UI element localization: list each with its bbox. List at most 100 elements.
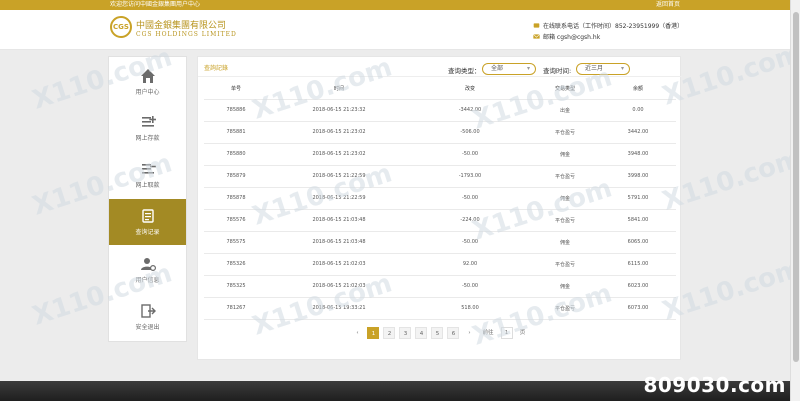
page-button-6[interactable]: 6 [447,327,460,339]
cell-balance: 6115.00 [600,253,676,276]
pagination: ‹ 1 2 3 4 5 6 › 前往 1 页 [198,326,682,340]
panel-title: 查詢記錄 [204,65,229,72]
cell-type: 佣金 [530,143,600,166]
column-header-order: 单号 [204,79,268,100]
type-select[interactable]: 全部 ▾ [482,63,536,75]
column-header-balance: 余额 [600,79,676,100]
next-page-button[interactable]: › [463,327,475,339]
sidebar-item-label: 安全退出 [135,324,160,331]
chevron-down-icon: ▾ [620,65,624,72]
cell-change: -506.00 [410,121,530,144]
sidebar-item-user-info[interactable]: 用户信息 [109,247,186,293]
column-header-time: 时间 [268,79,410,100]
logout-icon [140,304,156,318]
page-scrollbar[interactable] [790,0,800,401]
cell-balance: 3998.00 [600,165,676,188]
cell-change: 92.00 [410,253,530,276]
cell-balance: 6073.00 [600,297,676,320]
table-row: 785326 2018-06-15 21:02:03 92.00 平仓盈亏 61… [204,253,676,276]
cell-type: 佣金 [530,275,600,298]
prev-page-button[interactable]: ‹ [351,327,363,339]
sidebar-item-records[interactable]: 查询记录 [109,199,186,245]
cell-order: 781267 [204,297,268,320]
page-button-2[interactable]: 2 [383,327,396,339]
goto-page-input[interactable]: 1 [500,327,513,339]
company-name-en: CGS HOLDINGS LIMITED [136,31,237,38]
type-filter-label: 查询类型： [448,67,481,75]
welcome-text: 欢迎您访问中國金銀集團用户中心 [110,1,201,8]
page-button-3[interactable]: 3 [399,327,412,339]
cell-type: 佣金 [530,187,600,210]
table-row: 781267 2018-06-15 19:33:21 518.00 平仓盈亏 6… [204,297,676,320]
cell-balance: 5841.00 [600,209,676,232]
mail-icon [533,34,540,39]
cell-balance: 3948.00 [600,143,676,166]
sidebar-item-logout[interactable]: 安全退出 [109,294,186,340]
cell-time: 2018-06-15 21:22:59 [268,165,410,188]
cell-order: 785879 [204,165,268,188]
table-header-row: 单号 时间 改变 交易类型 余额 [204,79,676,100]
cell-order: 785326 [204,253,268,276]
cell-time: 2018-06-15 21:22:59 [268,187,410,210]
cell-order: 785575 [204,231,268,254]
sidebar-item-user-center[interactable]: 用户中心 [109,59,186,105]
cell-time: 2018-06-15 21:23:02 [268,121,410,144]
time-select-value: 近三月 [585,65,604,72]
sidebar-item-label: 用户中心 [135,89,160,96]
cell-time: 2018-06-15 21:02:03 [268,253,410,276]
page-button-4[interactable]: 4 [415,327,428,339]
cell-time: 2018-06-15 21:23:32 [268,99,410,122]
records-panel: 查詢記錄 查询类型： 全部 ▾ 查询时间: 近三月 ▾ 单号 时间 改变 交易类… [197,56,682,360]
cell-change: -50.00 [410,143,530,166]
time-select[interactable]: 近三月 ▾ [576,63,630,75]
phone-icon [533,23,540,28]
logo-icon[interactable]: CGS [110,16,132,38]
contact-email: 邮箱 cgsh@cgsh.hk [533,32,600,41]
cell-change: -50.00 [410,231,530,254]
cell-change: -1793.00 [410,165,530,188]
cell-order: 785325 [204,275,268,298]
header: CGS 中國金銀集團有限公司 CGS HOLDINGS LIMITED 在线联系… [0,10,790,50]
cell-time: 2018-06-15 21:03:48 [268,231,410,254]
cell-order: 785878 [204,187,268,210]
page-button-1[interactable]: 1 [367,327,380,339]
table-row: 785886 2018-06-15 21:23:32 -3442.00 出金 0… [204,99,676,122]
sidebar-item-label: 网上取款 [135,182,160,189]
site-brand-watermark: 809030.com [643,373,786,397]
table-row: 785880 2018-06-15 21:23:02 -50.00 佣金 394… [204,143,676,166]
deposit-icon [141,116,156,127]
chevron-down-icon: ▾ [526,65,530,72]
cell-order: 785576 [204,209,268,232]
company-name-cn: 中國金銀集團有限公司 [136,21,227,31]
cell-type: 平仓盈亏 [530,165,600,188]
back-home-link[interactable]: 返回首页 [656,0,680,10]
time-filter-label: 查询时间: [543,67,572,75]
sidebar-item-deposit[interactable]: 网上存款 [109,105,186,151]
divider [198,76,682,77]
top-bar: 欢迎您访问中國金銀集團用户中心 返回首页 [0,0,790,10]
page-button-5[interactable]: 5 [431,327,444,339]
contact-phone: 在线联系电话（工作时间）852-23951999（香港） [533,21,683,30]
cell-type: 平仓盈亏 [530,209,600,232]
records-table: 单号 时间 改变 交易类型 余额 785886 2018-06-15 21:23… [204,79,676,320]
table-row: 785881 2018-06-15 21:23:02 -506.00 平仓盈亏 … [204,121,676,144]
withdraw-icon [141,164,156,174]
table-row: 785576 2018-06-15 21:03:48 -224.00 平仓盈亏 … [204,209,676,232]
sidebar-item-label: 网上存款 [135,135,160,142]
cell-order: 785880 [204,143,268,166]
cell-type: 出金 [530,99,600,122]
scrollbar-thumb[interactable] [793,12,799,362]
sidebar-item-label: 查询记录 [135,229,160,236]
column-header-change: 改变 [410,79,530,100]
cell-type: 平仓盈亏 [530,297,600,320]
page-unit-label: 页 [519,330,526,336]
table-row: 785325 2018-06-15 21:02:03 -50.00 佣金 602… [204,275,676,298]
cell-time: 2018-06-15 21:02:03 [268,275,410,298]
email-text: 邮箱 cgsh@cgsh.hk [543,34,601,41]
home-icon [140,69,155,83]
sidebar-item-label: 用户信息 [135,277,160,284]
table-row: 785878 2018-06-15 21:22:59 -50.00 佣金 579… [204,187,676,210]
sidebar-item-withdraw[interactable]: 网上取款 [109,152,186,198]
cell-time: 2018-06-15 21:03:48 [268,209,410,232]
cell-order: 785881 [204,121,268,144]
